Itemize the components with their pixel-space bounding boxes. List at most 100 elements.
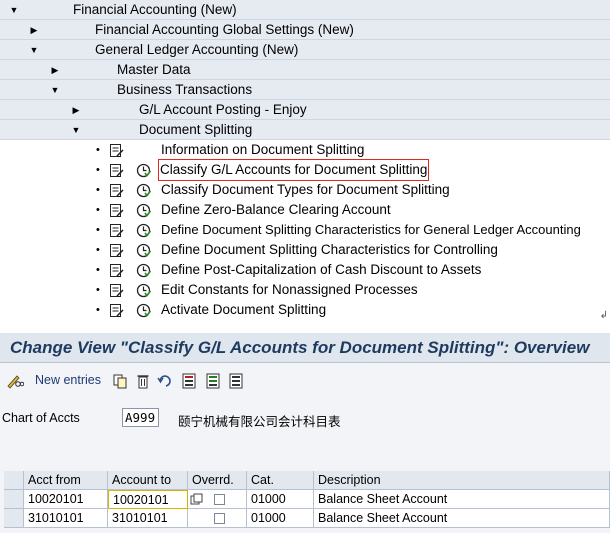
tree-node-general-ledger[interactable]: ▼ General Ledger Accounting (New) <box>0 40 610 60</box>
documentation-icon[interactable] <box>109 263 124 278</box>
activity-label: Classify Document Types for Document Spl… <box>161 182 450 197</box>
activity-zero-balance-clearing[interactable]: • Define Zero-Balance Clearing Account <box>0 200 610 220</box>
toolbar: New entries <box>0 369 610 393</box>
column-header[interactable]: Description <box>314 471 610 490</box>
overrd-cell[interactable] <box>188 509 247 528</box>
tree-node-label: General Ledger Accounting (New) <box>95 42 299 57</box>
override-checkbox[interactable] <box>214 513 225 524</box>
expanded-arrow-icon[interactable]: ▼ <box>70 120 82 140</box>
column-header[interactable]: Acct from <box>24 471 108 490</box>
bullet-icon: • <box>96 304 100 316</box>
row-selector[interactable] <box>4 490 24 509</box>
execute-clock-icon[interactable] <box>136 203 151 218</box>
chart-of-accts-field[interactable]: A999 <box>122 408 159 427</box>
collapsed-arrow-icon[interactable]: ▶ <box>49 60 61 80</box>
documentation-icon[interactable] <box>109 143 124 158</box>
activity-label: Define Zero-Balance Clearing Account <box>161 202 391 217</box>
tree-node-label: Business Transactions <box>117 82 253 97</box>
tree-node-label: Master Data <box>117 62 191 77</box>
cat-cell[interactable]: 01000 <box>247 509 314 528</box>
new-entries-button[interactable]: New entries <box>35 373 101 387</box>
column-header[interactable]: Overrd. <box>188 471 247 490</box>
activity-label: Define Document Splitting Characteristic… <box>161 242 498 257</box>
row-selector[interactable] <box>4 509 24 528</box>
chart-of-accts-description: 颐宁机械有限公司会计科目表 <box>178 415 341 429</box>
acct-from-cell[interactable]: 31010101 <box>24 509 108 528</box>
account-to-cell[interactable]: 31010101 <box>108 509 188 528</box>
documentation-icon[interactable] <box>109 223 124 238</box>
documentation-icon[interactable] <box>109 163 124 178</box>
activity-activate-document-splitting[interactable]: • Activate Document Splitting <box>0 300 610 320</box>
column-header[interactable]: Account to <box>108 471 188 490</box>
bullet-icon: • <box>96 184 100 196</box>
row-selector-header[interactable] <box>4 471 24 490</box>
tree-node-business-transactions[interactable]: ▼ Business Transactions <box>0 80 610 100</box>
bullet-icon: • <box>96 244 100 256</box>
account-to-cell[interactable]: 10020101 <box>108 490 188 509</box>
delete-icon[interactable] <box>136 372 150 390</box>
description-cell: Balance Sheet Account <box>314 509 610 528</box>
bullet-icon: • <box>96 224 100 236</box>
override-checkbox[interactable] <box>214 494 225 505</box>
activity-classify-document-types[interactable]: • Classify Document Types for Document S… <box>0 180 610 200</box>
documentation-icon[interactable] <box>109 203 124 218</box>
select-block-icon[interactable] <box>205 372 221 390</box>
tree-node-label: Financial Accounting Global Settings (Ne… <box>95 22 354 37</box>
cat-cell[interactable]: 01000 <box>247 490 314 509</box>
expanded-arrow-icon[interactable]: ▼ <box>49 80 61 100</box>
description-cell: Balance Sheet Account <box>314 490 610 509</box>
value-help-icon[interactable] <box>190 493 203 506</box>
activity-label: Edit Constants for Nonassigned Processes <box>161 282 418 297</box>
pencil-glasses-icon[interactable] <box>6 372 24 390</box>
bullet-icon: • <box>96 264 100 276</box>
activity-splitting-characteristics-co[interactable]: • Define Document Splitting Characterist… <box>0 240 610 260</box>
change-view-panel: Change View "Classify G/L Accounts for D… <box>0 333 610 533</box>
bullet-icon: • <box>96 204 100 216</box>
select-all-icon[interactable] <box>181 372 197 390</box>
tree-node-financial-accounting[interactable]: ▼ Financial Accounting (New) <box>0 0 610 20</box>
tree-node-gl-account-posting[interactable]: ▶ G/L Account Posting - Enjoy <box>0 100 610 120</box>
bullet-icon: • <box>96 284 100 296</box>
expanded-arrow-icon[interactable]: ▼ <box>8 0 20 20</box>
activity-splitting-characteristics-gl[interactable]: • Define Document Splitting Characterist… <box>0 220 610 240</box>
documentation-icon[interactable] <box>109 283 124 298</box>
expanded-arrow-icon[interactable]: ▼ <box>28 40 40 60</box>
activity-post-capitalization[interactable]: • Define Post-Capitalization of Cash Dis… <box>0 260 610 280</box>
tree-node-label: Document Splitting <box>139 122 253 137</box>
bullet-icon: • <box>96 144 100 156</box>
overrd-cell[interactable] <box>188 490 247 509</box>
activity-label: Classify G/L Accounts for Document Split… <box>157 159 430 181</box>
documentation-icon[interactable] <box>109 183 124 198</box>
tree-node-label: G/L Account Posting - Enjoy <box>139 102 307 117</box>
activity-label: Define Post-Capitalization of Cash Disco… <box>161 262 482 277</box>
img-structure-tree: ▼ Financial Accounting (New) ▶ Financial… <box>0 0 610 323</box>
page-title: Change View "Classify G/L Accounts for D… <box>0 333 610 363</box>
documentation-icon[interactable] <box>109 243 124 258</box>
execute-clock-icon[interactable] <box>136 163 151 178</box>
activity-label: Define Document Splitting Characteristic… <box>161 222 581 237</box>
tree-node-master-data[interactable]: ▶ Master Data <box>0 60 610 80</box>
collapsed-arrow-icon[interactable]: ▶ <box>28 20 40 40</box>
chart-of-accts-label: Chart of Accts <box>2 411 80 425</box>
tree-node-document-splitting[interactable]: ▼ Document Splitting <box>0 120 610 140</box>
deselect-all-icon[interactable] <box>228 372 244 390</box>
execute-clock-icon[interactable] <box>136 263 151 278</box>
execute-clock-icon[interactable] <box>136 243 151 258</box>
return-mark: ↲ <box>599 310 608 321</box>
activity-classify-gl-accounts[interactable]: • Classify G/L Accounts for Document Spl… <box>0 159 610 181</box>
activity-label: Information on Document Splitting <box>161 142 365 157</box>
execute-clock-icon[interactable] <box>136 303 151 318</box>
documentation-icon[interactable] <box>109 303 124 318</box>
copy-icon[interactable] <box>112 372 128 390</box>
activity-label: Activate Document Splitting <box>161 302 327 317</box>
tree-node-global-settings[interactable]: ▶ Financial Accounting Global Settings (… <box>0 20 610 40</box>
execute-clock-icon[interactable] <box>136 223 151 238</box>
column-header[interactable]: Cat. <box>247 471 314 490</box>
activity-edit-constants[interactable]: • Edit Constants for Nonassigned Process… <box>0 280 610 300</box>
collapsed-arrow-icon[interactable]: ▶ <box>70 100 82 120</box>
activity-information-on-document-splitting[interactable]: • Information on Document Splitting <box>0 140 610 160</box>
execute-clock-icon[interactable] <box>136 183 151 198</box>
acct-from-cell[interactable]: 10020101 <box>24 490 108 509</box>
execute-clock-icon[interactable] <box>136 283 151 298</box>
undo-icon[interactable] <box>157 372 175 390</box>
